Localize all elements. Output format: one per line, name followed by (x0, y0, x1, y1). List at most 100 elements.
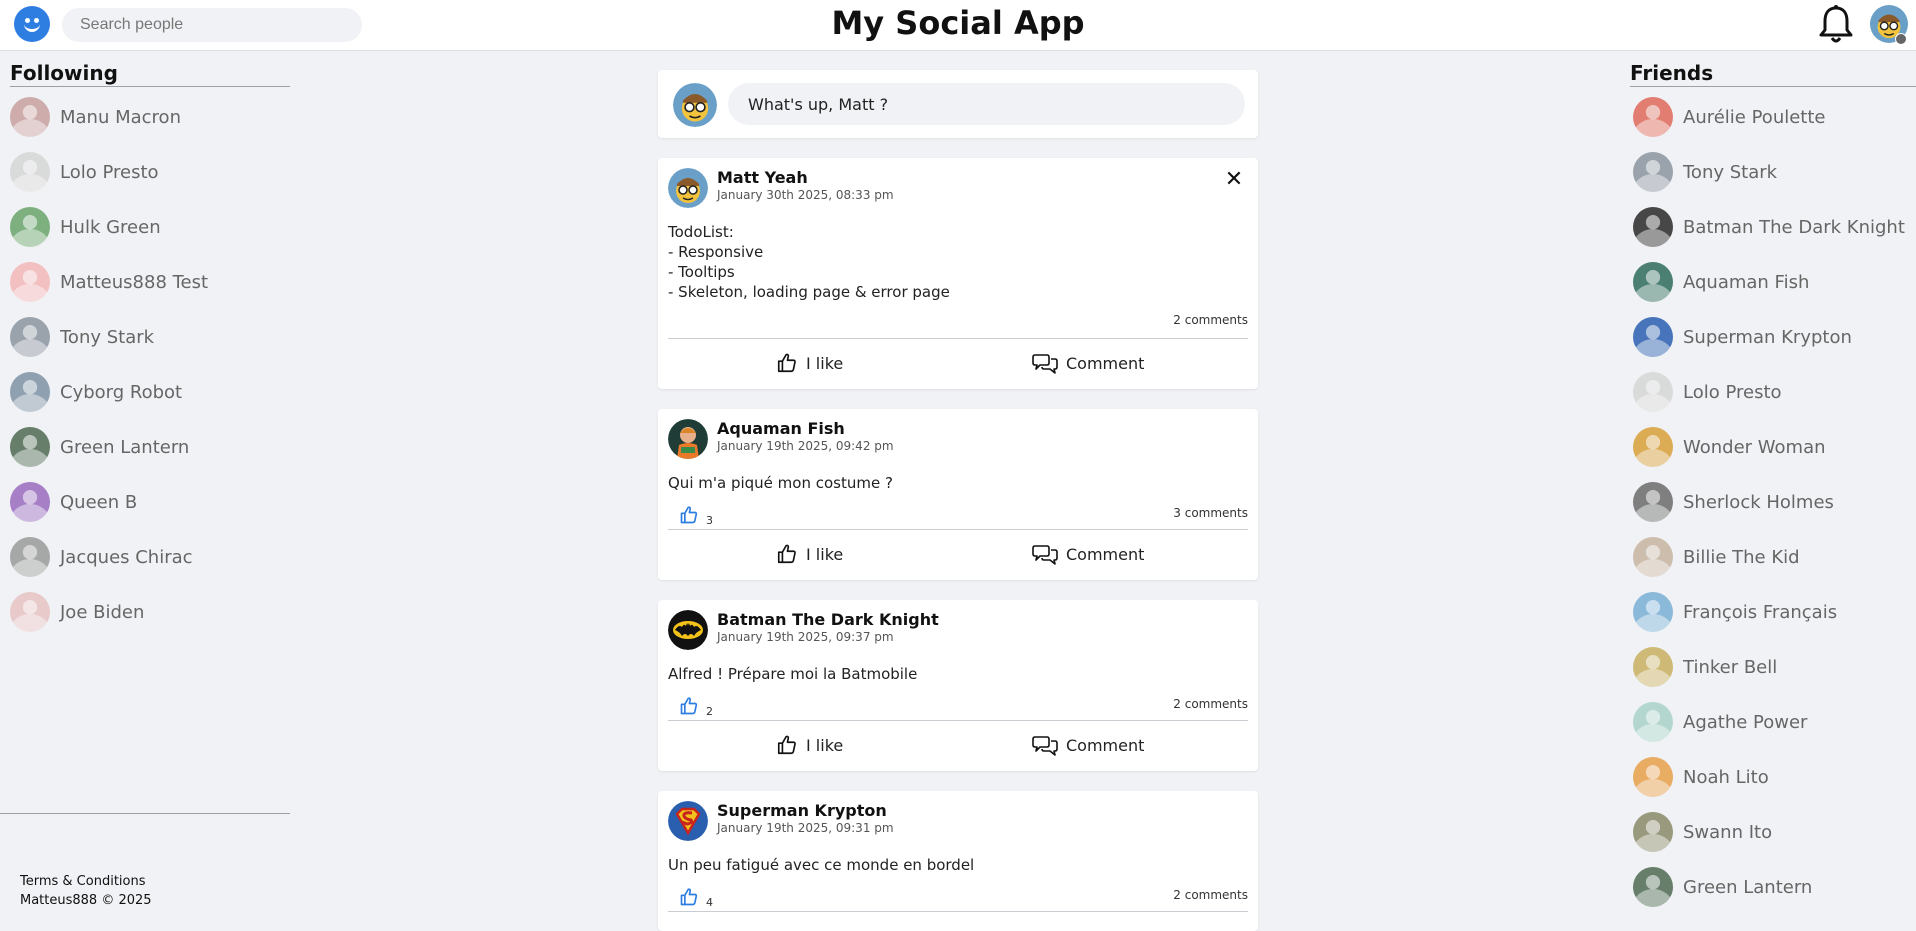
post-author-avatar[interactable] (668, 168, 708, 208)
post-author-avatar[interactable] (668, 801, 708, 841)
friend-item[interactable]: Aurélie Poulette (1633, 95, 1826, 139)
following-name: Hulk Green (60, 216, 161, 238)
following-item[interactable]: Cyborg Robot (10, 370, 182, 414)
comment-button[interactable]: Comment (1032, 352, 1144, 374)
top-bar: My Social App (0, 0, 1916, 51)
friend-item[interactable]: Green Lantern (1633, 865, 1812, 909)
following-item[interactable]: Manu Macron (10, 95, 181, 139)
like-button[interactable]: I like (776, 734, 843, 756)
comments-count[interactable]: 2 comments (1173, 697, 1248, 711)
like-button[interactable]: I like (776, 543, 843, 565)
following-name: Cyborg Robot (60, 381, 183, 403)
bell-icon[interactable] (1816, 4, 1856, 46)
friend-item[interactable]: Sherlock Holmes (1633, 480, 1834, 524)
avatar (1633, 207, 1673, 247)
friend-item[interactable]: Tinker Bell (1633, 645, 1777, 689)
friend-name: Sherlock Holmes (1683, 491, 1834, 513)
terms-link[interactable]: Terms & Conditions (20, 874, 146, 889)
post-body: TodoList: - Responsive - Tooltips - Skel… (668, 223, 950, 301)
following-item[interactable]: Lolo Presto (10, 150, 159, 194)
thumbs-up-icon (777, 544, 796, 564)
close-icon[interactable]: ✕ (1223, 169, 1245, 191)
friend-item[interactable]: Superman Krypton (1633, 315, 1852, 359)
likes-count: 3 (706, 514, 713, 527)
avatar (10, 372, 50, 412)
following-item[interactable]: Matteus888 Test (10, 260, 208, 304)
post-card: Batman The Dark Knight January 19th 2025… (658, 600, 1258, 771)
comment-label: Comment (1066, 353, 1145, 373)
avatar (1633, 97, 1673, 137)
comments-icon (1032, 736, 1058, 756)
friend-item[interactable]: Lolo Presto (1633, 370, 1782, 414)
following-item[interactable]: Green Lantern (10, 425, 189, 469)
avatar (1633, 152, 1673, 192)
friend-item[interactable]: Agathe Power (1633, 700, 1807, 744)
footer-divider (0, 813, 290, 814)
post-body: Alfred ! Prépare moi la Batmobile (668, 665, 918, 683)
composer-card (658, 70, 1258, 138)
avatar (10, 152, 50, 192)
avatar (1633, 262, 1673, 302)
friend-item[interactable]: François Français (1633, 590, 1837, 634)
friend-name: Billie The Kid (1683, 546, 1800, 568)
following-item[interactable]: Tony Stark (10, 315, 154, 359)
following-item[interactable]: Joe Biden (10, 590, 144, 634)
avatar (1633, 757, 1673, 797)
chevron-down-icon[interactable] (1895, 33, 1907, 45)
like-button[interactable]: I like (776, 352, 843, 374)
comments-count[interactable]: 2 comments (1173, 888, 1248, 902)
post-author[interactable]: Aquaman Fish (717, 419, 845, 438)
comment-button[interactable]: Comment (1032, 543, 1144, 565)
following-item[interactable]: Queen B (10, 480, 137, 524)
comments-icon (1032, 354, 1058, 374)
comments-count[interactable]: 3 comments (1173, 506, 1248, 520)
likes-count: 2 (706, 705, 713, 718)
post-author[interactable]: Superman Krypton (717, 801, 887, 820)
following-name: Joe Biden (60, 601, 145, 623)
following-item[interactable]: Jacques Chirac (10, 535, 193, 579)
friend-item[interactable]: Noah Lito (1633, 755, 1769, 799)
avatar (10, 427, 50, 467)
composer-input[interactable] (728, 83, 1245, 125)
friend-name: Tony Stark (1683, 161, 1778, 183)
copyright-text: Matteus888 © 2025 (20, 893, 152, 908)
like-label: I like (806, 353, 844, 373)
post-author[interactable]: Matt Yeah (717, 168, 808, 187)
friend-name: Superman Krypton (1683, 326, 1852, 348)
smiley-logo-icon[interactable] (14, 6, 50, 42)
thumbs-up-icon (777, 353, 796, 373)
post-date: January 30th 2025, 08:33 pm (717, 188, 894, 202)
post-author-avatar[interactable] (668, 419, 708, 459)
friend-item[interactable]: Wonder Woman (1633, 425, 1826, 469)
avatar (10, 537, 50, 577)
post-author-avatar[interactable] (668, 610, 708, 650)
likes-summary[interactable]: 4 (678, 887, 713, 909)
following-name: Jacques Chirac (60, 546, 193, 568)
friend-name: Aquaman Fish (1683, 271, 1810, 293)
friend-item[interactable]: Aquaman Fish (1633, 260, 1809, 304)
avatar (1633, 867, 1673, 907)
post-divider (668, 529, 1248, 530)
post-divider (668, 338, 1248, 339)
avatar (1633, 427, 1673, 467)
avatar (10, 207, 50, 247)
following-item[interactable]: Hulk Green (10, 205, 161, 249)
friend-item[interactable]: Billie The Kid (1633, 535, 1800, 579)
comments-count[interactable]: 2 comments (1173, 313, 1248, 327)
avatar (10, 262, 50, 302)
thumbs-up-icon (680, 888, 698, 906)
likes-summary[interactable]: 2 (678, 696, 713, 718)
friends-title: Friends (1630, 61, 1714, 85)
friend-item[interactable]: Swann Ito (1633, 810, 1772, 854)
post-divider (668, 720, 1248, 721)
friend-name: Agathe Power (1683, 711, 1808, 733)
post-card: Matt Yeah January 30th 2025, 08:33 pm ✕ … (658, 158, 1258, 389)
friend-item[interactable]: Batman The Dark Knight (1633, 205, 1905, 249)
likes-summary[interactable]: 3 (678, 505, 713, 527)
search-input[interactable] (62, 8, 362, 42)
thumbs-up-icon (680, 697, 698, 715)
post-author[interactable]: Batman The Dark Knight (717, 610, 939, 629)
friend-name: Swann Ito (1683, 821, 1773, 843)
friend-item[interactable]: Tony Stark (1633, 150, 1777, 194)
comment-button[interactable]: Comment (1032, 734, 1144, 756)
